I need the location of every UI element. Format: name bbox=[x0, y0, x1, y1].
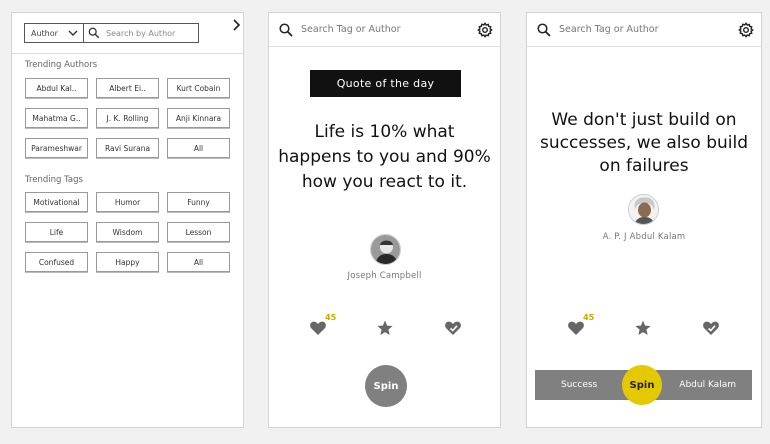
author-chip[interactable]: Parameshwar bbox=[25, 138, 88, 158]
spin-button[interactable]: Spin bbox=[622, 365, 662, 405]
tag-chip[interactable]: Wisdom bbox=[96, 222, 159, 242]
author-chip[interactable]: Abdul Kal.. bbox=[25, 78, 88, 98]
trending-tags-grid: Motivational Humor Funny Life Wisdom Les… bbox=[25, 192, 230, 272]
browse-screen: Author Trending Authors Abdul Kal.. Albe… bbox=[11, 12, 244, 428]
quote-actions: 45 bbox=[527, 313, 761, 339]
tag-chip[interactable]: Funny bbox=[167, 192, 230, 212]
star-icon[interactable] bbox=[634, 319, 652, 337]
author-chip[interactable]: Mahatma G.. bbox=[25, 108, 88, 128]
author-name[interactable]: Joseph Campbell bbox=[269, 271, 500, 281]
author-chip[interactable]: Albert Ei.. bbox=[96, 78, 159, 98]
quote-text: We don't just build on successes, we als… bbox=[540, 110, 748, 176]
tag-chip[interactable]: Humor bbox=[96, 192, 159, 212]
heart-share-icon[interactable] bbox=[702, 319, 720, 337]
search-placeholder-text: Search Tag or Author bbox=[301, 24, 401, 35]
search-icon bbox=[88, 27, 100, 39]
tag-chip[interactable]: Happy bbox=[96, 252, 159, 272]
tag-chip[interactable]: Confused bbox=[25, 252, 88, 272]
all-tags-chip[interactable]: All bbox=[167, 252, 230, 272]
author-name[interactable]: A. P. J Abdul Kalam bbox=[527, 232, 761, 242]
divider bbox=[12, 53, 243, 54]
trending-authors-title: Trending Authors bbox=[25, 60, 98, 70]
top-search-bar[interactable]: Search Tag or Author bbox=[527, 13, 761, 47]
author-chip[interactable]: Kurt Cobain bbox=[167, 78, 230, 98]
spin-button[interactable]: Spin bbox=[365, 365, 407, 407]
author-search-box[interactable] bbox=[84, 23, 199, 43]
chevron-down-icon bbox=[68, 30, 78, 36]
author-search-input[interactable] bbox=[106, 28, 196, 38]
tag-chip[interactable]: Lesson bbox=[167, 222, 230, 242]
spin-option-success[interactable]: Success bbox=[561, 370, 597, 400]
all-authors-chip[interactable]: All bbox=[167, 138, 230, 158]
trending-tags-title: Trending Tags bbox=[25, 175, 83, 185]
search-bar: Author bbox=[24, 21, 235, 45]
author-chip[interactable]: Ravi Surana bbox=[96, 138, 159, 158]
top-search-bar[interactable]: Search Tag or Author bbox=[269, 13, 500, 47]
search-placeholder-text: Search Tag or Author bbox=[559, 24, 659, 35]
like-count: 45 bbox=[325, 313, 337, 322]
gear-icon[interactable] bbox=[738, 22, 754, 38]
chevron-right-icon[interactable] bbox=[231, 18, 241, 32]
quote-of-the-day-badge: Quote of the day bbox=[310, 70, 461, 97]
gear-icon[interactable] bbox=[477, 22, 493, 38]
tag-chip[interactable]: Life bbox=[25, 222, 88, 242]
spin-option-abdul-kalam[interactable]: Abdul Kalam bbox=[679, 370, 736, 400]
filter-dropdown-label: Author bbox=[31, 28, 58, 38]
trending-authors-grid: Abdul Kal.. Albert Ei.. Kurt Cobain Maha… bbox=[25, 78, 230, 158]
tag-chip[interactable]: Motivational bbox=[25, 192, 88, 212]
author-avatar[interactable] bbox=[628, 194, 659, 225]
author-chip[interactable]: J. K. Rolling bbox=[96, 108, 159, 128]
search-icon bbox=[279, 22, 293, 37]
search-icon bbox=[537, 22, 551, 37]
heart-share-icon[interactable] bbox=[444, 319, 462, 337]
filter-dropdown[interactable]: Author bbox=[24, 23, 84, 43]
author-avatar[interactable] bbox=[370, 234, 401, 265]
quote-text: Life is 10% what happens to you and 90% … bbox=[278, 122, 491, 192]
quote-actions: 45 bbox=[269, 313, 500, 339]
spin-screen: Search Tag or Author We don't just build… bbox=[526, 12, 762, 428]
like-count: 45 bbox=[583, 313, 595, 322]
author-chip[interactable]: Anji Kinnara bbox=[167, 108, 230, 128]
star-icon[interactable] bbox=[376, 319, 394, 337]
quote-of-day-screen: Search Tag or Author Quote of the day Li… bbox=[268, 12, 501, 428]
